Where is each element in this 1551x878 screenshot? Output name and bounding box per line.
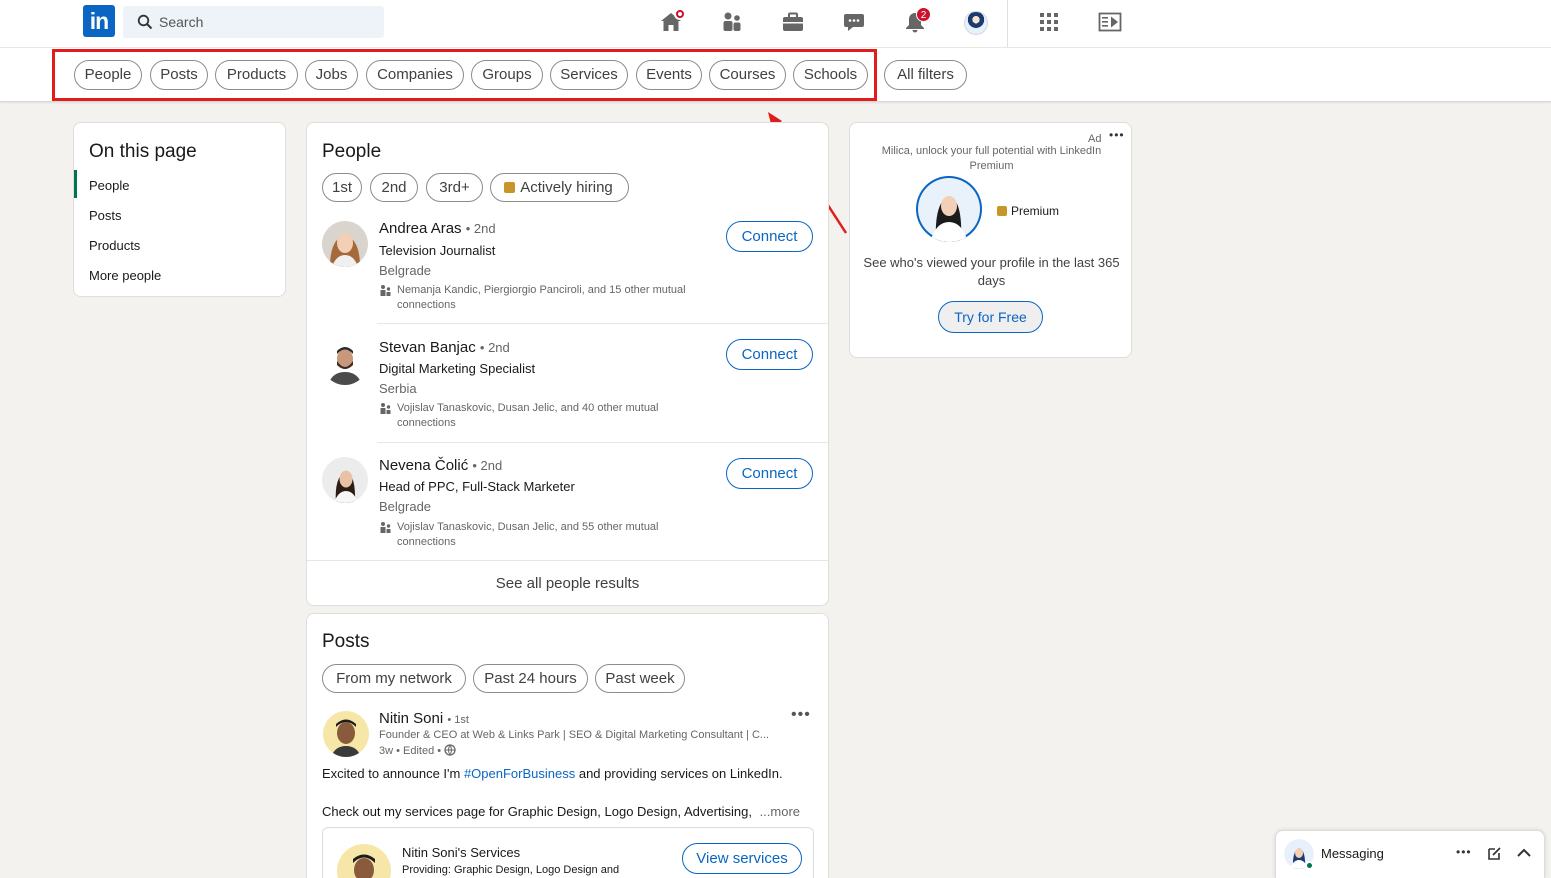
search-input[interactable] [159,6,379,38]
connect-button[interactable]: Connect [726,339,813,370]
on-this-page-link-more-people[interactable]: More people [89,268,161,283]
messaging-bar[interactable]: Messaging ••• [1275,830,1545,878]
see-all-people-results-button[interactable]: See all people results [307,561,828,607]
ad-headline: Milica, unlock your full potential with … [881,145,1102,172]
notifications-badge: 2 [916,7,931,22]
see-more-link[interactable]: ...more [760,804,800,819]
post-text-continued: Check out my services page for Graphic D… [322,804,801,819]
chevron-up-icon[interactable] [1517,848,1531,858]
mutual-connections-icon [380,285,391,296]
messaging-label: Messaging [1321,846,1384,861]
posts-chip-past-24-hours[interactable]: Past 24 hours [473,664,588,693]
compose-message-icon[interactable] [1487,846,1502,861]
actively-hiring-label: Actively hiring [520,179,613,196]
post-more-options-icon[interactable]: ••• [791,706,811,724]
service-avatar [337,844,391,878]
people-chip-actively-hiring[interactable]: Actively hiring [490,173,629,202]
online-status-dot [1305,861,1314,870]
my-network-icon[interactable] [720,10,744,34]
mutual-connections-icon [380,522,391,533]
people-section-title: People [322,141,382,162]
person-name[interactable]: Nevena Čolić • 2nd [379,457,502,474]
post-text: Excited to announce I'm #OpenForBusiness… [322,766,783,781]
person-headline: Television Journalist [379,243,496,258]
annotation-highlight-box [52,49,877,101]
connect-button[interactable]: Connect [726,221,813,252]
person-name[interactable]: Andrea Aras • 2nd [379,220,496,237]
person-headline: Head of PPC, Full-Stack Marketer [379,479,575,494]
posts-section-title: Posts [322,631,370,652]
top-nav: in 2 [0,0,1551,48]
avatar[interactable] [322,339,368,385]
view-services-button[interactable]: View services [682,843,802,874]
nav-divider [1007,0,1008,47]
on-this-page-title: On this page [89,141,197,162]
services-card[interactable]: Nitin Soni's Services Providing: Graphic… [322,827,814,878]
avatar[interactable] [322,457,368,503]
messaging-options-icon[interactable]: ••• [1456,845,1472,859]
posts-results-card: Posts From my network Past 24 hours Past… [306,613,829,878]
advertise-icon[interactable] [1098,10,1122,34]
divider [377,323,828,324]
filter-all-filters[interactable]: All filters [884,60,967,90]
me-avatar[interactable] [964,11,988,35]
posts-chip-from-my-network[interactable]: From my network [322,664,466,693]
service-title: Nitin Soni's Services [402,845,521,860]
try-for-free-button[interactable]: Try for Free [938,301,1043,333]
ad-profile-avatar [916,176,982,242]
mutual-connections[interactable]: Nemanja Kandic, Piergiorgio Panciroli, a… [379,283,709,313]
on-this-page-link-people[interactable]: People [89,178,129,193]
ad-options-icon[interactable]: ••• [1109,128,1125,142]
post-author-avatar[interactable] [323,711,369,757]
people-chip-1st[interactable]: 1st [322,173,362,202]
search-box[interactable] [123,6,384,38]
premium-icon [997,206,1007,216]
hashtag-link[interactable]: #OpenForBusiness [464,766,575,781]
avatar[interactable] [322,221,368,267]
linkedin-logo[interactable]: in [83,5,115,37]
home-icon[interactable] [659,8,686,34]
person-location: Belgrade [379,263,432,278]
ad-body: See who's viewed your profile in the las… [863,255,1120,288]
jobs-icon[interactable] [781,10,805,34]
post-meta: 3w • Edited • [379,744,456,757]
people-chip-2nd[interactable]: 2nd [370,173,418,202]
globe-icon [444,744,456,756]
premium-icon [504,182,515,193]
post-author-name[interactable]: Nitin Soni • 1st [379,710,469,727]
mutual-connections[interactable]: Vojislav Tanaskovic, Dusan Jelic, and 40… [379,401,709,431]
work-grid-icon[interactable] [1037,10,1061,34]
mutual-connections[interactable]: Vojislav Tanaskovic, Dusan Jelic, and 55… [379,520,709,550]
notifications-icon[interactable]: 2 [903,7,931,34]
on-this-page-link-posts[interactable]: Posts [89,208,122,223]
person-location: Serbia [379,381,417,396]
on-this-page-card: On this page People Posts Products More … [73,122,286,297]
posts-chip-past-week[interactable]: Past week [595,664,685,693]
people-results-card: People 1st 2nd 3rd+ Actively hiring Andr… [306,122,829,606]
person-headline: Digital Marketing Specialist [379,361,536,376]
search-icon [137,14,153,30]
premium-badge: Premium [997,204,1059,218]
divider [377,442,828,443]
messaging-icon[interactable] [842,10,866,34]
premium-ad-card: Ad ••• Milica, unlock your full potentia… [849,122,1132,358]
on-this-page-link-products[interactable]: Products [89,238,140,253]
person-name[interactable]: Stevan Banjac • 2nd [379,339,510,356]
post-author-headline: Founder & CEO at Web & Links Park | SEO … [379,729,770,741]
service-description: Providing: Graphic Design, Logo Design a… [402,864,620,876]
home-notification-dot [674,8,686,20]
active-link-indicator [74,170,77,198]
people-chip-3rd[interactable]: 3rd+ [426,173,483,202]
mutual-connections-icon [380,403,391,414]
person-location: Belgrade [379,499,432,514]
connect-button[interactable]: Connect [726,458,813,489]
